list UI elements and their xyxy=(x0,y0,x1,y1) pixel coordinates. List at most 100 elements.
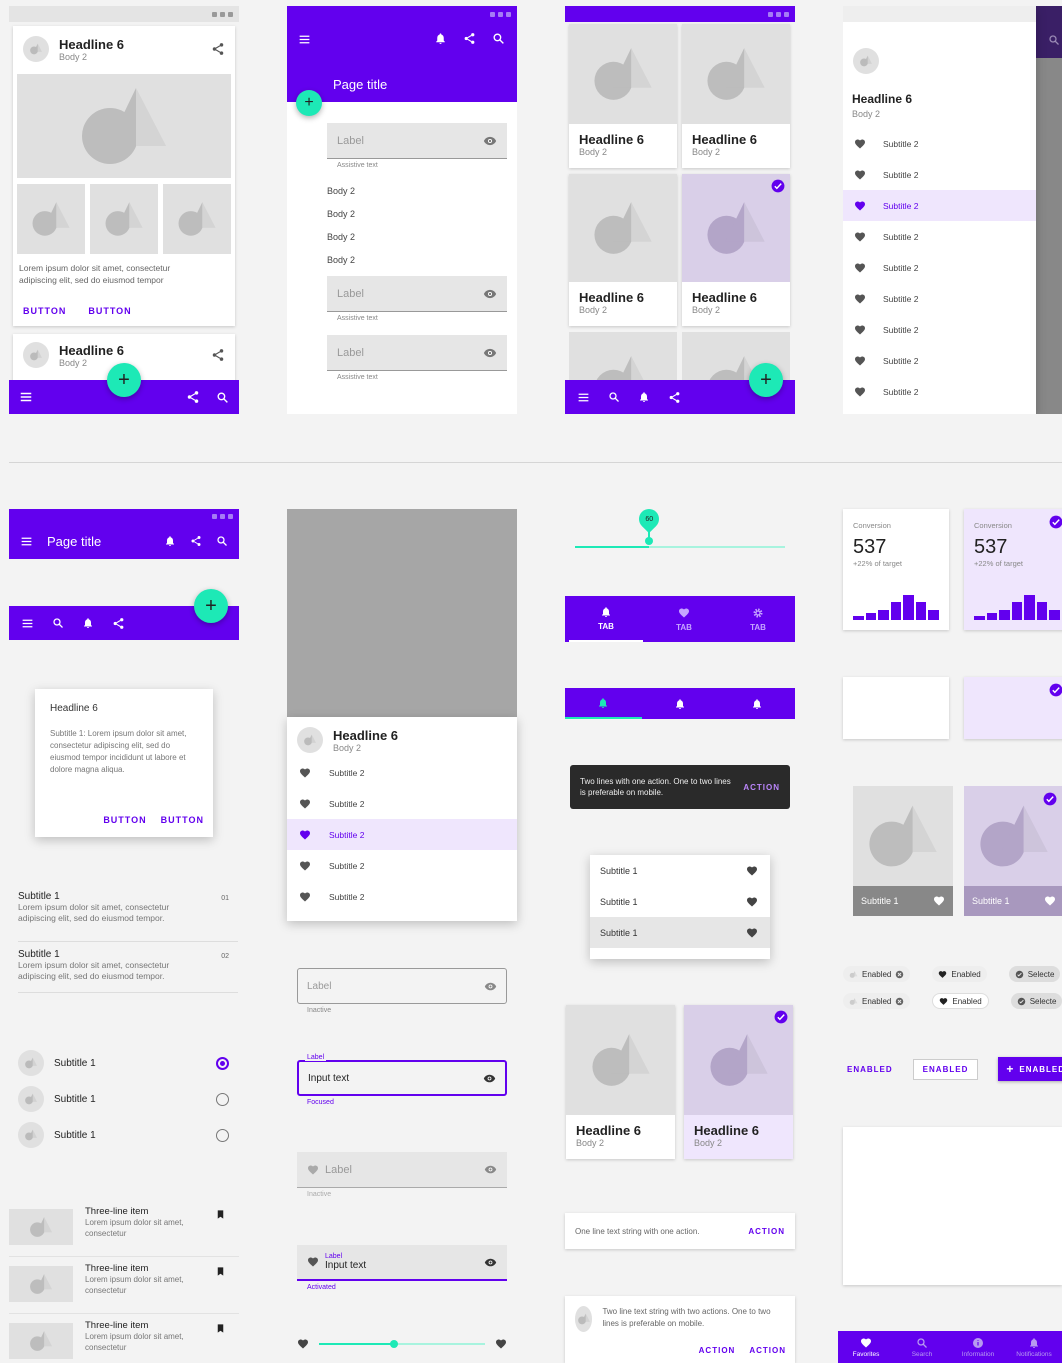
heart-icon[interactable] xyxy=(933,895,945,907)
menu-icon[interactable] xyxy=(298,33,311,46)
drawer-item[interactable]: Subtitle 2 xyxy=(843,376,1036,407)
drawer-item[interactable]: Subtitle 2 xyxy=(843,283,1036,314)
share-icon[interactable] xyxy=(211,348,225,362)
banner-action[interactable]: ACTION xyxy=(748,1227,785,1236)
three-line-item[interactable]: Three-line item Lorem ipsum dolor sit ame… xyxy=(9,1200,239,1257)
bell-icon[interactable] xyxy=(164,535,176,547)
tab-2[interactable]: TAB xyxy=(647,596,721,642)
radio-selected[interactable] xyxy=(216,1056,229,1070)
share-icon[interactable] xyxy=(186,390,200,404)
radio-list-item[interactable]: Subtitle 1 xyxy=(18,1081,238,1117)
menu-icon[interactable] xyxy=(20,535,33,548)
sheet-item[interactable]: Subtitle 2 xyxy=(287,788,517,819)
close-circle-icon[interactable] xyxy=(895,997,904,1006)
text-field[interactable]: Label xyxy=(327,276,507,312)
eye-icon[interactable] xyxy=(484,1163,497,1176)
text-field[interactable]: Label xyxy=(327,123,507,159)
eye-icon[interactable] xyxy=(483,1072,496,1085)
drawer-item[interactable]: Subtitle 2 xyxy=(843,314,1036,345)
banner-action-2[interactable]: ACTION xyxy=(749,1346,786,1355)
empty-card-selected[interactable] xyxy=(964,677,1062,739)
slider-value-pin[interactable]: 60 xyxy=(634,504,663,545)
grid-card[interactable]: Headline 6 Body 2 xyxy=(569,24,677,168)
popup-item[interactable]: Subtitle 1 xyxy=(590,886,770,917)
menu-icon[interactable] xyxy=(21,617,34,630)
three-line-item[interactable]: Three-line item Lorem ipsum dolor sit ame… xyxy=(9,1314,239,1363)
grid-card-selected[interactable]: Headline 6 Body 2 xyxy=(682,174,790,326)
tab-1[interactable] xyxy=(565,688,642,719)
drawer-item[interactable]: Subtitle 2 xyxy=(843,128,1036,159)
stat-card-selected[interactable]: Conversion 537 +22% of target xyxy=(964,509,1062,630)
chip-filter-selected[interactable]: Selecte xyxy=(1010,993,1062,1009)
dialog-button-1[interactable]: BUTTON xyxy=(103,815,146,825)
bottom-nav-item-favorites[interactable]: Favorites xyxy=(838,1331,894,1363)
grid-card[interactable]: Headline 6 Body 2 xyxy=(566,1005,675,1159)
grid-card[interactable]: Headline 6 Body 2 xyxy=(682,24,790,168)
bottom-nav-item-search[interactable]: Search xyxy=(894,1331,950,1363)
chip-choice[interactable]: Enabled xyxy=(932,966,987,982)
drawer-item[interactable]: Subtitle 2 xyxy=(843,345,1036,376)
list-item[interactable]: Subtitle 1 Lorem ipsum dolor sit amet, c… xyxy=(18,942,238,992)
sheet-item[interactable]: Subtitle 2 xyxy=(287,757,517,788)
share-icon[interactable] xyxy=(190,535,202,547)
outlined-field[interactable]: Label xyxy=(297,968,507,1004)
contained-button[interactable]: + ENABLED xyxy=(998,1057,1062,1081)
bookmark-icon[interactable] xyxy=(215,1265,226,1278)
eye-icon[interactable] xyxy=(484,1256,497,1269)
slider-track[interactable] xyxy=(319,1340,485,1348)
stat-card[interactable]: Conversion 537 +22% of target xyxy=(843,509,949,630)
search-icon[interactable] xyxy=(608,391,620,403)
share-icon[interactable] xyxy=(463,32,476,45)
outlined-button[interactable]: ENABLED xyxy=(912,1058,979,1080)
radio-list-item[interactable]: Subtitle 1 xyxy=(18,1045,238,1081)
menu-icon[interactable] xyxy=(19,390,33,404)
bookmark-icon[interactable] xyxy=(215,1322,226,1335)
banner-action-1[interactable]: ACTION xyxy=(699,1346,736,1355)
outlined-field-focused[interactable]: Input text xyxy=(297,1060,507,1096)
popup-item[interactable]: Subtitle 1 xyxy=(590,855,770,886)
drawer-item[interactable]: Subtitle 2 xyxy=(843,221,1036,252)
eye-icon[interactable] xyxy=(483,287,497,301)
fab-add[interactable]: + xyxy=(107,363,141,397)
grid-card[interactable]: Headline 6 Body 2 xyxy=(569,174,677,326)
slider-thumb[interactable] xyxy=(389,1340,398,1348)
list-item[interactable]: Subtitle 1 Lorem ipsum dolor sit amet, c… xyxy=(18,891,238,941)
eye-icon[interactable] xyxy=(483,134,497,148)
search-icon[interactable] xyxy=(216,391,229,404)
drawer-item[interactable]: Subtitle 2 xyxy=(843,159,1036,190)
fab-add[interactable]: + xyxy=(749,363,783,397)
chip-choice[interactable]: Enabled xyxy=(932,993,989,1009)
bell-icon[interactable] xyxy=(82,617,94,629)
radio-list-item[interactable]: Subtitle 1 xyxy=(18,1117,238,1153)
snackbar-action[interactable]: ACTION xyxy=(743,783,780,792)
bottom-nav-item-notifications[interactable]: Notifications xyxy=(1006,1331,1062,1363)
content-card[interactable]: Headline 6 Body 2 Lorem ipsum dolor sit a… xyxy=(13,26,235,326)
bookmark-icon[interactable] xyxy=(215,1208,226,1221)
chip-input[interactable]: Enabled xyxy=(843,993,911,1009)
bottom-nav-item-information[interactable]: Information xyxy=(950,1331,1006,1363)
search-icon[interactable] xyxy=(216,535,228,547)
tab-2[interactable] xyxy=(642,688,719,719)
empty-card[interactable] xyxy=(843,677,949,739)
close-circle-icon[interactable] xyxy=(895,970,904,979)
fab-add[interactable]: + xyxy=(296,90,322,116)
chip-input[interactable]: Enabled xyxy=(843,966,911,982)
menu-icon[interactable] xyxy=(577,391,590,404)
tab-3[interactable]: TAB xyxy=(721,596,795,642)
three-line-item[interactable]: Three-line item Lorem ipsum dolor sit ame… xyxy=(9,1257,239,1314)
sheet-item[interactable]: Subtitle 2 xyxy=(287,881,517,912)
card-button-2[interactable]: BUTTON xyxy=(88,306,131,316)
grid-card-selected[interactable]: Headline 6 Body 2 xyxy=(684,1005,793,1159)
share-icon[interactable] xyxy=(112,617,125,630)
search-icon[interactable] xyxy=(52,617,64,629)
heart-icon[interactable] xyxy=(1044,895,1056,907)
radio-unselected[interactable] xyxy=(216,1128,229,1142)
filled-field-activated[interactable]: Label Input text xyxy=(297,1245,507,1281)
drawer-item[interactable]: Subtitle 2 xyxy=(843,252,1036,283)
dialog-button-2[interactable]: BUTTON xyxy=(161,815,204,825)
text-field[interactable]: Label xyxy=(327,335,507,371)
filled-field[interactable]: Label xyxy=(297,1152,507,1188)
sheet-item-selected[interactable]: Subtitle 2 xyxy=(287,819,517,850)
share-icon[interactable] xyxy=(211,42,225,56)
search-icon[interactable] xyxy=(492,32,505,45)
